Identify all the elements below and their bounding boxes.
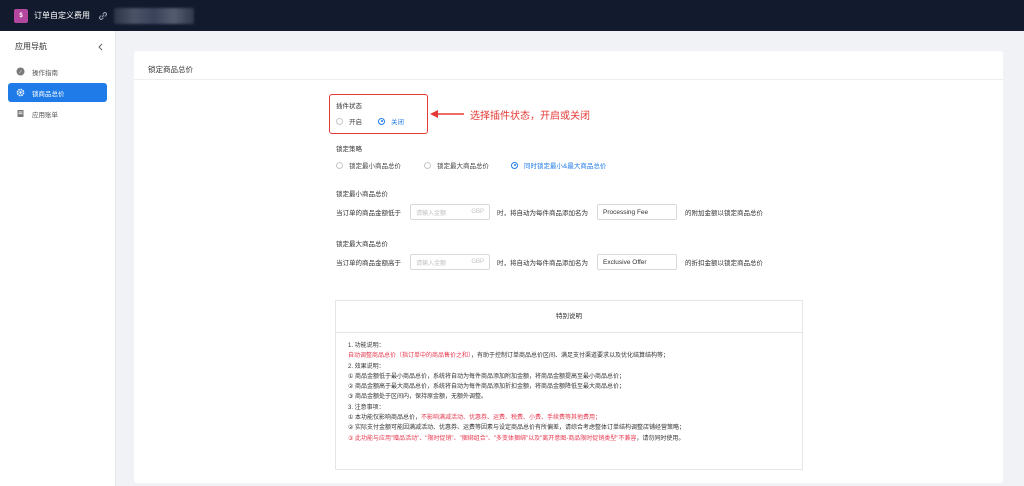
strategy-min-radio[interactable]: 锁定最小商品总价	[336, 160, 401, 170]
max-fee-name-input[interactable]: Exclusive Offer	[597, 254, 677, 270]
sidebar: 应用导航 操作指南 锁商品总价 应用账单	[0, 31, 116, 486]
max-amount-input[interactable]: 请输入金额 GBP	[410, 254, 490, 270]
notes-text: ，有助于控制订单商品总价区间、满足支付渠道要求以及优化结算结构等；	[471, 353, 670, 360]
notes-line: ① 商品金额低于最小商品总价，系统将自动为每件商品添加附加金额，将商品金额提高至…	[348, 373, 626, 380]
sidebar-item-bill[interactable]: 应用账单	[8, 104, 107, 123]
sidebar-item-guide[interactable]: 操作指南	[8, 62, 107, 81]
annotation-highlight-box	[329, 94, 428, 134]
store-name-redacted	[114, 7, 194, 24]
radio-label: 锁定最大商品总价	[437, 163, 489, 170]
sidebar-item-label: 应用账单	[32, 111, 58, 119]
max-rule-middle: 时，将自动为每件商品添加名为	[497, 260, 588, 267]
notes-line: 自动调整商品总价（指订单中的商品售价之和），有助于控制订单商品总价区间、满足支付…	[348, 351, 802, 361]
annotation-arrow-icon	[430, 110, 464, 118]
currency-suffix: GBP	[471, 259, 484, 265]
link-icon[interactable]	[98, 11, 108, 21]
max-rule-prefix: 当订单的商品金额高于	[336, 260, 401, 267]
app-title: 订单自定义费用	[34, 11, 90, 20]
notes-highlight: ③ 此功能与应用"赠品活动"、"限时促销"、"捆绑组合"、"多变体捆绑"以及"离…	[348, 435, 637, 442]
strategy-label: 锁定策略	[336, 146, 362, 153]
min-amount-input[interactable]: 请输入金额 GBP	[410, 204, 490, 220]
radio-label: 锁定最小商品总价	[349, 163, 401, 170]
radio-dot	[336, 161, 343, 169]
max-rule-row: 当订单的商品金额高于 请输入金额 GBP 时，将自动为每件商品添加名为 Excl…	[336, 254, 763, 270]
notes-text: ① 本功能仅影响商品总价，	[348, 415, 422, 422]
top-bar: $ 订单自定义费用	[0, 0, 1024, 31]
radio-dot	[424, 161, 431, 169]
sidebar-item-lock-price[interactable]: 锁商品总价	[8, 83, 107, 102]
min-section-label: 锁定最小商品总价	[336, 191, 388, 198]
gear-icon	[16, 88, 25, 97]
min-rule-row: 当订单的商品金额低于 请输入金额 GBP 时，将自动为每件商品添加名为 Proc…	[336, 204, 763, 220]
guide-icon	[16, 67, 25, 76]
min-rule-suffix: 的附加金额以锁定商品总价	[685, 210, 763, 217]
max-section-label: 锁定最大商品总价	[336, 241, 388, 248]
sidebar-item-label: 锁商品总价	[32, 90, 65, 98]
notes-highlight: 不影响满减活动、优惠券、运费、税费、小费、手续费等其他费用；	[421, 415, 602, 422]
notes-highlight: 自动调整商品总价（指订单中的商品售价之和）	[348, 353, 472, 360]
notes-line: ② 实际支付金额可能因满减活动、优惠券、运费等因素与设定商品总价有所偏差，请综合…	[348, 425, 686, 432]
bill-icon	[16, 109, 25, 118]
sidebar-title: 应用导航	[15, 42, 47, 51]
notes-line: ② 商品金额高于最大商品总价，系统将自动为每件商品添加折扣金额，将商品金额降低至…	[348, 384, 626, 391]
notes-line: 1. 功能说明：	[348, 343, 385, 349]
notes-title: 特别说明	[336, 301, 802, 333]
currency-suffix: GBP	[471, 209, 484, 215]
app-logo: $	[14, 8, 28, 23]
special-notes-panel: 特别说明 1. 功能说明： 自动调整商品总价（指订单中的商品售价之和），有助于控…	[335, 300, 803, 470]
chevron-left-icon[interactable]	[95, 42, 105, 52]
strategy-max-radio[interactable]: 锁定最大商品总价	[424, 160, 489, 170]
notes-line: 2. 效果说明：	[348, 363, 385, 370]
page-title: 锁定商品总价	[134, 51, 1003, 80]
amount-placeholder: 请输入金额	[416, 210, 447, 217]
notes-line: ③ 此功能与应用"赠品活动"、"限时促销"、"捆绑组合"、"多变体捆绑"以及"离…	[348, 434, 802, 444]
notes-line: ③ 商品金额处于区间内，保持原金额，无额外调整。	[348, 394, 488, 401]
strategy-both-radio[interactable]: 同时锁定最小&最大商品总价	[511, 160, 606, 170]
notes-line: 3. 注意事项：	[348, 404, 385, 411]
radio-label: 同时锁定最小&最大商品总价	[524, 163, 607, 170]
notes-line: ① 本功能仅影响商品总价，不影响满减活动、优惠券、运费、税费、小费、手续费等其他…	[348, 413, 802, 423]
min-rule-middle: 时，将自动为每件商品添加名为	[497, 210, 588, 217]
max-rule-suffix: 的折扣金额以锁定商品总价	[685, 260, 763, 267]
amount-placeholder: 请输入金额	[416, 260, 447, 267]
notes-text: ，请勿同时使用。	[636, 435, 685, 442]
annotation-text: 选择插件状态，开启或关闭	[470, 111, 590, 122]
radio-dot	[511, 161, 518, 169]
notes-body: 1. 功能说明： 自动调整商品总价（指订单中的商品售价之和），有助于控制订单商品…	[336, 333, 802, 444]
sidebar-item-label: 操作指南	[32, 69, 58, 77]
min-fee-name-input[interactable]: Processing Fee	[597, 204, 677, 220]
min-rule-prefix: 当订单的商品金额低于	[336, 210, 401, 217]
